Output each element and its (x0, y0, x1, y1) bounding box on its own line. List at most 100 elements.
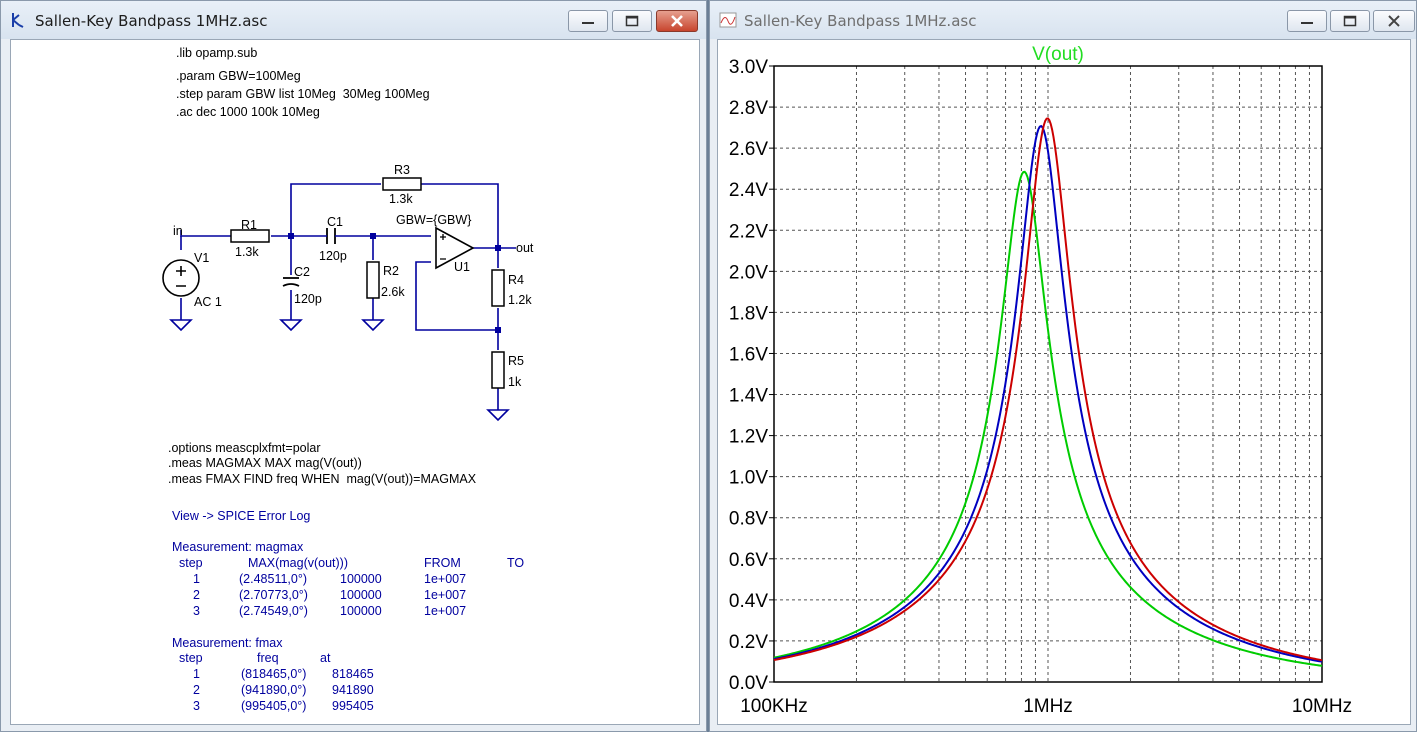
u1-param: GBW={GBW} (396, 213, 471, 227)
r2-value: 2.6k (381, 285, 405, 299)
fmax-cell: 2 (193, 683, 200, 697)
magmax-cell: (2.70773,0°) (239, 588, 308, 602)
r5-value: 1k (508, 375, 522, 389)
fmax-cell: 1 (193, 667, 200, 681)
plot-pane[interactable]: 0.0V 0.2V 0.4V 0.6V 0.8V 1.0V 1.2V 1.4V 1.6V 1.8V… (717, 39, 1411, 725)
maximize-button[interactable] (612, 10, 652, 32)
y-tick-label: 2.8V (729, 98, 768, 119)
fmax-cell: 3 (193, 699, 200, 713)
y-tick-label: 0.2V (729, 632, 768, 653)
v1-name: V1 (194, 251, 209, 265)
y-tick-label: 2.4V (729, 180, 768, 201)
magmax-cell: 3 (193, 604, 200, 618)
y-tick-label: 0.4V (729, 591, 768, 612)
fmax-col-step: step (179, 651, 203, 665)
ground-symbols (169, 319, 510, 422)
trace-step-1 (773, 170, 1323, 667)
y-tick-label: 3.0V (729, 57, 768, 78)
circuit-diagram[interactable]: in out R1 1.3k R3 1.3k C1 120p C2 120p R… (11, 40, 699, 440)
error-log-link[interactable]: View -> SPICE Error Log (172, 509, 310, 523)
r3-resistor[interactable] (382, 177, 422, 191)
magmax-cell: 1e+007 (424, 572, 467, 586)
x-tick-label: 1MHz (1023, 696, 1073, 717)
waveform-titlebar[interactable]: Sallen-Key Bandpass 1MHz.asc (710, 1, 1416, 39)
y-tick-label: 0.0V (729, 673, 768, 694)
y-tick-label: 1.2V (729, 427, 768, 448)
out-net-label: out (516, 241, 534, 255)
minimize-icon (582, 22, 594, 24)
maximize-button[interactable] (1330, 10, 1370, 32)
magmax-col-from: FROM (424, 556, 461, 570)
magmax-cell: 1e+007 (424, 604, 467, 618)
magmax-cell: 100000 (340, 588, 382, 602)
magmax-cell: (2.48511,0°) (239, 572, 308, 586)
fmax-cell: (995405,0°) (241, 699, 307, 713)
magmax-col-step: step (179, 556, 203, 570)
close-icon (671, 15, 683, 27)
schematic-titlebar[interactable]: Sallen-Key Bandpass 1MHz.asc (1, 1, 706, 39)
v1-value: AC 1 (194, 295, 222, 309)
magmax-cell: 1 (193, 572, 200, 586)
window-title: Sallen-Key Bandpass 1MHz.asc (744, 12, 977, 30)
r4-name: R4 (508, 273, 524, 287)
magmax-heading: Measurement: magmax (172, 540, 304, 554)
y-tick-label: 1.0V (729, 468, 768, 489)
c2-value: 120p (294, 292, 322, 306)
r3-value: 1.3k (389, 192, 413, 206)
magmax-cell: 100000 (340, 572, 382, 586)
magmax-cell: 2 (193, 588, 200, 602)
magmax-cell: 100000 (340, 604, 382, 618)
in-net-label: in (173, 224, 183, 238)
fmax-cell: (941890,0°) (241, 683, 307, 697)
directive-options[interactable]: .options meascplxfmt=polar (168, 441, 321, 455)
c1-value: 120p (319, 249, 347, 263)
y-tick-label: 0.6V (729, 550, 768, 571)
c1-name: C1 (327, 215, 343, 229)
v1-source[interactable] (162, 259, 200, 297)
r4-resistor[interactable] (491, 269, 505, 307)
r5-name: R5 (508, 354, 524, 368)
r1-name: R1 (241, 218, 257, 232)
fmax-col-freq: freq (257, 651, 279, 665)
c2-name: C2 (294, 265, 310, 279)
u1-name: U1 (454, 260, 470, 274)
window-title: Sallen-Key Bandpass 1MHz.asc (35, 12, 268, 30)
fmax-col-at: at (320, 651, 331, 665)
r2-name: R2 (383, 264, 399, 278)
fmax-heading: Measurement: fmax (172, 636, 283, 650)
magmax-cell: 1e+007 (424, 588, 467, 602)
maximize-icon (1343, 15, 1357, 27)
minimize-icon (1301, 22, 1313, 24)
c1-capacitor[interactable] (316, 228, 346, 244)
magmax-cell: (2.74549,0°) (239, 604, 308, 618)
schematic-canvas[interactable]: .lib opamp.sub .param GBW=100Meg .step p… (10, 39, 700, 725)
y-tick-label: 0.8V (729, 509, 768, 530)
waveform-window[interactable]: Sallen-Key Bandpass 1MHz.asc 0.0V 0.2V 0.4… (709, 0, 1417, 732)
close-button[interactable] (656, 10, 698, 32)
r2-resistor[interactable] (366, 261, 380, 299)
fmax-cell: (818465,0°) (241, 667, 307, 681)
r5-resistor[interactable] (491, 351, 505, 389)
bode-plot[interactable]: 0.0V 0.2V 0.4V 0.6V 0.8V 1.0V 1.2V 1.4V 1.6V 1.8V… (718, 40, 1410, 724)
y-tick-label: 2.2V (729, 221, 768, 242)
fmax-cell: 995405 (332, 699, 374, 713)
ltspice-icon (12, 13, 24, 28)
c2-capacitor[interactable] (282, 277, 300, 287)
magmax-col-to: TO (507, 556, 525, 570)
magmax-col-max: MAX(mag(v(out))) (248, 556, 349, 570)
y-tick-label: 1.4V (729, 386, 768, 407)
close-button[interactable] (1373, 10, 1415, 32)
directive-meas-magmax[interactable]: .meas MAGMAX MAX mag(V(out)) (168, 456, 362, 470)
minimize-button[interactable] (568, 10, 608, 32)
directive-meas-fmax[interactable]: .meas FMAX FIND freq WHEN mag(V(out))=MA… (168, 472, 476, 486)
close-icon (1388, 15, 1400, 27)
y-tick-label: 2.0V (729, 262, 768, 283)
y-tick-label: 1.8V (729, 303, 768, 324)
r4-value: 1.2k (508, 293, 532, 307)
schematic-window[interactable]: Sallen-Key Bandpass 1MHz.asc .lib opamp.… (0, 0, 707, 732)
y-tick-label: 1.6V (729, 344, 768, 365)
trace-title: V(out) (1032, 44, 1084, 65)
x-tick-label: 100KHz (740, 696, 808, 717)
waveform-icon (719, 12, 737, 28)
minimize-button[interactable] (1287, 10, 1327, 32)
